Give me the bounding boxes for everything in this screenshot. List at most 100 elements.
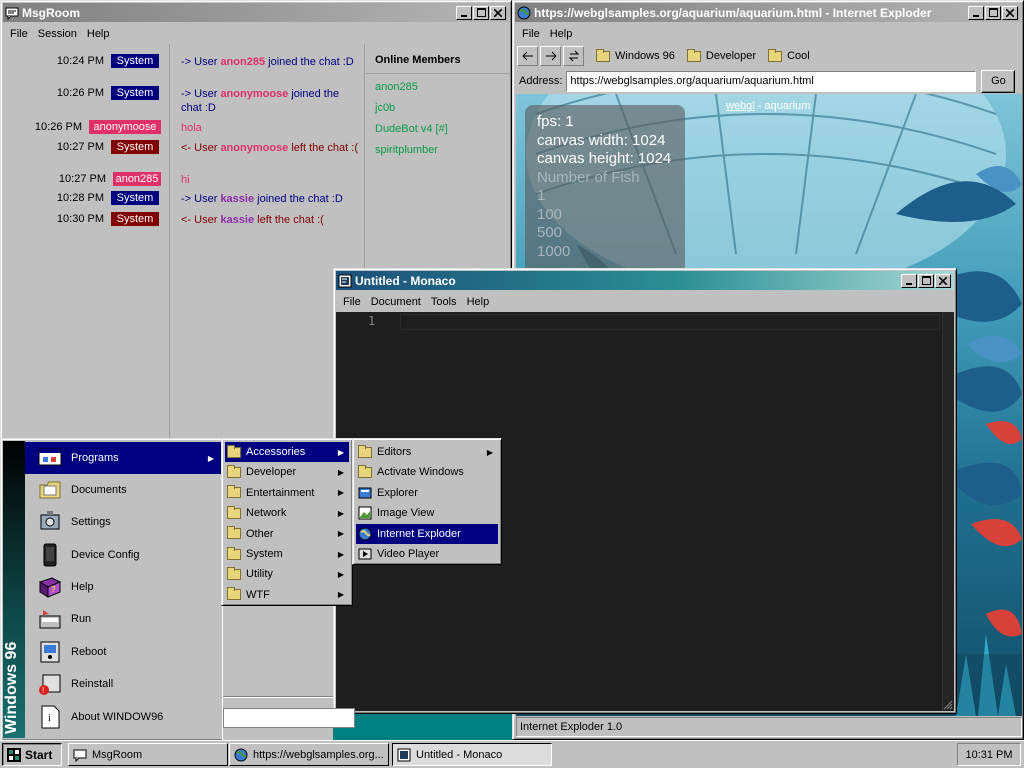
folder-icon [227,566,241,580]
menu-help[interactable]: Help [545,28,578,40]
refresh-button[interactable] [563,46,584,66]
menu-file[interactable]: File [517,28,545,40]
programs-item[interactable]: Network ▶ [225,503,349,523]
close-icon [939,276,947,285]
programs-item[interactable]: System ▶ [225,544,349,564]
start-item-help-book[interactable]: ? Help [25,571,222,603]
message-prefix: -> User [181,56,221,68]
sender-badge: System [111,140,159,154]
forward-button[interactable] [540,46,561,66]
message-time: 10:26 PM [34,121,82,133]
start-item-label: Help [71,581,94,593]
resize-grip-icon[interactable] [943,700,953,710]
minimize-button[interactable] [901,273,917,288]
programs-item[interactable]: Entertainment ▶ [225,483,349,503]
maximize-button[interactable] [985,5,1001,20]
bookmark-label: Cool [787,50,810,62]
refresh-icon [568,50,579,62]
accessories-item[interactable]: Activate Windows [356,462,498,482]
image-view-icon [358,506,372,520]
start-item-label: Programs [71,452,119,464]
accessories-item[interactable]: Image View [356,503,498,523]
go-button[interactable]: Go [981,69,1016,93]
monaco-titlebar[interactable]: Untitled - Monaco [336,271,954,290]
folder-icon [358,444,372,458]
programs-item-label: Entertainment [246,486,315,499]
close-button[interactable] [935,273,951,288]
task-ie[interactable]: https://webglsamples.org... [229,743,389,766]
line-number: 1 [368,314,376,328]
close-button[interactable] [1002,5,1018,20]
bookmark-cool[interactable]: Cool [768,48,810,62]
start-item-run[interactable]: Run [25,603,222,635]
menu-tools[interactable]: Tools [426,296,462,308]
member-item[interactable]: jc0b [375,102,395,114]
start-item-reinstall[interactable]: ! Reinstall [25,668,222,700]
folder-icon [768,48,783,62]
maximize-button[interactable] [473,5,489,20]
address-input[interactable]: https://webglsamples.org/aquarium/aquari… [566,70,977,92]
canvas-width-text: canvas width: 1024 [537,131,666,149]
start-item-settings[interactable]: Settings [25,506,222,538]
start-menu-brand-bar: Windows 96 [3,441,25,738]
bookmark-windows96[interactable]: Windows 96 [596,48,675,62]
minimize-button[interactable] [456,5,472,20]
menu-file[interactable]: File [338,296,366,308]
clock[interactable]: 10:31 PM [957,743,1021,766]
menu-session[interactable]: Session [33,28,82,40]
start-item-label: Device Config [71,549,140,561]
aquarium-label: aquarium [764,100,811,112]
menu-help[interactable]: Help [462,296,495,308]
chat-log[interactable]: 10:24 PM System -> User anon285 joined the… [3,44,365,439]
accessories-item-label: Video Player [377,548,440,560]
folder-icon [227,587,241,601]
stats-overlay: fps: 1 canvas width: 1024 canvas height:… [525,105,685,275]
accessories-item[interactable]: Internet Exploder [356,523,498,544]
programs-item-label: Network [246,507,287,520]
system-message: <- User anonymoose left the chat :( [181,141,361,155]
accessories-item[interactable]: Video Player [356,544,498,564]
programs-item[interactable]: Utility ▶ [225,564,349,584]
accessories-item[interactable]: Explorer [356,483,498,503]
start-item-programs[interactable]: Programs ▶ [25,442,222,474]
fish-option[interactable]: 100 [537,206,673,225]
fish-option[interactable]: 500 [537,224,673,243]
start-button[interactable]: Start [2,743,62,766]
programs-item[interactable]: Accessories ▶ [225,442,349,462]
ie-titlebar[interactable]: https://webglsamples.org/aquarium/aquari… [515,3,1021,22]
menu-document[interactable]: Document [366,296,426,308]
minimize-icon [461,14,467,17]
programs-item[interactable]: WTF ▶ [225,585,349,605]
programs-item-label: WTF [246,588,270,601]
member-item[interactable]: DudeBot v4 [#] [375,123,448,135]
maximize-button[interactable] [918,273,934,288]
task-msgroom[interactable]: MsgRoom [68,743,228,766]
submenu-arrow-icon: ▶ [337,447,344,457]
start-item-device-config[interactable]: Device Config [25,539,222,571]
task-monaco[interactable]: Untitled - Monaco [392,743,552,766]
member-item[interactable]: spiritplumber [375,144,438,156]
programs-item[interactable]: Other ▶ [225,524,349,544]
fish-option[interactable]: 1 [537,187,673,206]
background-window-fragment [222,606,355,740]
fish-option[interactable]: 1000 [537,243,673,262]
programs-item[interactable]: Developer ▶ [225,462,349,482]
msgroom-titlebar[interactable]: MsgRoom [3,3,509,22]
member-item[interactable]: anon285 [375,81,418,93]
editor-scrollbar[interactable] [942,312,954,711]
message-user: anon285 [220,56,266,68]
back-button[interactable] [517,46,538,66]
webgl-link[interactable]: webgl [726,100,755,112]
menu-file[interactable]: File [5,28,33,40]
start-item-reboot[interactable]: Reboot [25,636,222,668]
start-item-about[interactable]: i About WINDOW96 [25,701,222,733]
close-button[interactable] [490,5,506,20]
start-item-label: About WINDOW96 [71,711,164,723]
accessories-item-label: Image View [377,507,435,520]
ie-toolbar: Windows 96 Developer Cool [517,44,1021,68]
bookmark-developer[interactable]: Developer [686,48,756,62]
accessories-item[interactable]: Editors ▶ [356,442,498,462]
start-item-documents[interactable]: Documents [25,474,222,506]
menu-help[interactable]: Help [82,28,115,40]
minimize-button[interactable] [968,5,984,20]
